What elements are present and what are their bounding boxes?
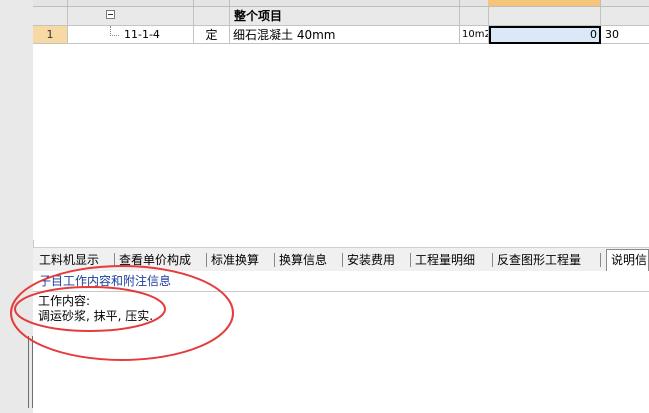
row-number[interactable]: 1	[33, 26, 68, 44]
item-unit: 10m2	[460, 26, 489, 44]
table-row[interactable]: 1 11-1-4 定 细石混凝土 40mm 10m2 0 30	[33, 26, 649, 44]
tab-standard-conversion[interactable]: 标准换算	[207, 250, 275, 270]
quantity-input[interactable]: 0	[489, 26, 601, 44]
panel-title: 子目工作内容和附注信息	[39, 274, 172, 288]
tab-labor-material-machine[interactable]: 工料机显示	[35, 250, 115, 270]
group-title: 整个项目	[230, 7, 460, 26]
content-line-1: 工作内容:	[38, 294, 91, 308]
tab-description[interactable]: 说明信	[606, 249, 649, 272]
tab-unit-price-composition[interactable]: 查看单价构成	[115, 250, 207, 270]
content-line-2: 调运砂浆, 抹平, 压实.	[38, 309, 154, 323]
detail-tabbar: 工料机显示 查看单价构成 标准换算 换算信息 安装费用 工程量明细 反查图形工程…	[33, 247, 649, 272]
quota-grid: 整个项目 1 11-1-4 定 细石混凝土 40mm 10m2 0 30	[33, 0, 649, 240]
group-row[interactable]: 整个项目	[33, 7, 649, 26]
collapse-toggle-icon[interactable]	[106, 10, 115, 19]
item-type: 定	[194, 26, 230, 44]
tab-reverse-graphic-quantity[interactable]: 反查图形工程量	[493, 250, 601, 270]
tree-connector	[110, 26, 119, 36]
tab-conversion-info[interactable]: 换算信息	[275, 250, 343, 270]
column-header-strip	[33, 0, 649, 7]
left-gutter	[0, 0, 34, 413]
divider	[33, 291, 649, 292]
active-column-header[interactable]	[488, 0, 600, 6]
tab-installation-fees[interactable]: 安装费用	[343, 250, 411, 270]
description-text[interactable]: 工作内容: 调运砂浆, 抹平, 压实.	[38, 294, 153, 324]
item-name[interactable]: 细石混凝土 40mm	[230, 26, 460, 44]
item-extra-value: 30	[601, 26, 649, 44]
description-panel: 子目工作内容和附注信息 工作内容: 调运砂浆, 抹平, 压实.	[33, 271, 649, 413]
tab-quantity-details[interactable]: 工程量明细	[411, 250, 493, 270]
